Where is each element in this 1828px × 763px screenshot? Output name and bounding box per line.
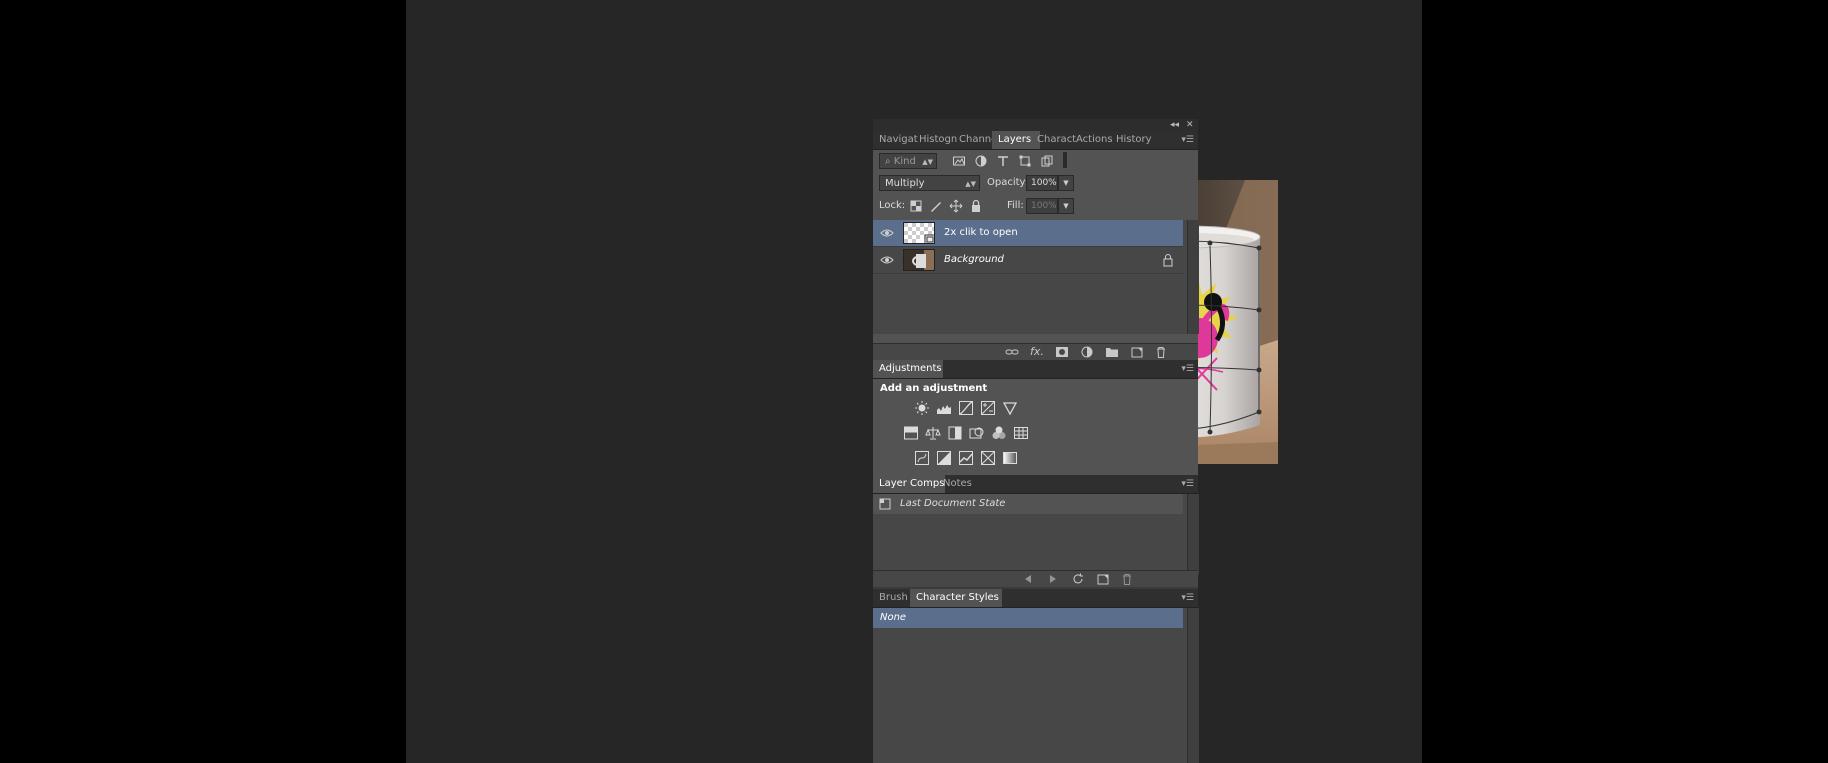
panel-menu-icon[interactable]: ▾☰ (1181, 589, 1194, 607)
shape-layer-filter-icon[interactable] (1018, 154, 1032, 168)
dock-top-bar: ◂◂ ✕ (873, 119, 1198, 131)
layers-panel-footer: fx. (873, 343, 1198, 360)
hue-saturation-icon[interactable] (903, 425, 919, 441)
panel-menu-icon[interactable]: ▾☰ (1181, 360, 1194, 378)
selective-color-icon[interactable] (980, 450, 996, 466)
top-panel-tabbar: Navigat Histogn Channel Layers Charact A… (873, 131, 1198, 150)
panel-menu-icon[interactable]: ▾☰ (1181, 131, 1194, 149)
comps-tabbar: Layer Comps Notes ▾☰ (873, 475, 1198, 494)
curves-icon[interactable] (958, 400, 974, 416)
tab-character-styles[interactable]: Character Styles (910, 589, 1002, 607)
eye-icon[interactable] (880, 226, 894, 240)
smart-object-thumbnail (903, 222, 935, 244)
adjustment-layer-filter-icon[interactable] (974, 154, 988, 168)
opacity-slider-toggle[interactable]: ▼ (1058, 175, 1074, 191)
filter-toggle-switch[interactable] (1062, 151, 1068, 169)
comps-panel: Last Document State (873, 494, 1199, 575)
next-comp-icon[interactable] (1046, 572, 1060, 586)
new-group-folder-icon[interactable] (1105, 345, 1119, 359)
channel-mixer-icon[interactable] (991, 425, 1007, 441)
exposure-icon[interactable] (980, 400, 996, 416)
panel-dock: ◂◂ ✕ Navigat Histogn Channel Layers Char… (873, 119, 1199, 763)
new-comp-icon[interactable] (1096, 572, 1110, 586)
layers-scrollbar[interactable] (1187, 220, 1199, 334)
opacity-value: 100% (1031, 178, 1057, 188)
lock-position-icon[interactable] (949, 199, 963, 213)
filter-kind-dropdown[interactable]: ⌕ Kind ▲▼ (879, 153, 937, 169)
threshold-icon[interactable] (958, 450, 974, 466)
adjustments-title: Add an adjustment (880, 383, 988, 394)
character-styles-panel: None (873, 608, 1199, 763)
layer-name: Background (944, 254, 1004, 265)
fill-field[interactable]: 100% (1026, 198, 1058, 214)
style-name: None (880, 612, 907, 623)
gradient-map-icon[interactable] (1002, 450, 1018, 466)
tab-layer-comps[interactable]: Layer Comps (873, 475, 945, 493)
fill-slider-toggle[interactable]: ▼ (1058, 198, 1074, 214)
filter-kind-value: Kind (893, 156, 916, 167)
delete-layer-trash-icon[interactable] (1154, 345, 1168, 359)
color-lookup-icon[interactable] (1013, 425, 1029, 441)
invert-icon[interactable] (914, 450, 930, 466)
fill-value: 100% (1031, 201, 1057, 211)
comps-panel-footer (873, 570, 1198, 587)
previous-comp-icon[interactable] (1021, 572, 1035, 586)
lock-image-pixels-icon[interactable] (929, 199, 943, 213)
lock-label: Lock: (879, 200, 906, 211)
close-dock-icon[interactable]: ✕ (1186, 119, 1194, 131)
layer-row[interactable]: Background (873, 247, 1183, 274)
color-balance-icon[interactable] (925, 425, 941, 441)
levels-icon[interactable] (936, 400, 952, 416)
new-layer-icon[interactable] (1130, 345, 1144, 359)
tab-adjustments[interactable]: Adjustments (873, 360, 943, 378)
comp-name: Last Document State (900, 498, 1006, 509)
adjustments-tabbar: Adjustments ▾☰ (873, 360, 1198, 379)
photo-filter-icon[interactable] (969, 425, 985, 441)
panel-menu-icon[interactable]: ▾☰ (1181, 475, 1194, 493)
add-mask-icon[interactable] (1055, 345, 1069, 359)
eye-icon[interactable] (880, 253, 894, 267)
tab-history[interactable]: History (1110, 131, 1162, 149)
layers-panel: ⌕ Kind ▲▼ Multiply ▲▼ Opacity: 100% ▼ Lock… (873, 150, 1199, 350)
layer-lock-icon (1161, 253, 1175, 267)
smart-object-filter-icon[interactable] (1040, 154, 1054, 168)
new-adjustment-layer-icon[interactable] (1080, 345, 1094, 359)
layers-list: 2x clik to open Background (873, 220, 1199, 334)
list-item[interactable]: None (873, 608, 1183, 628)
delete-comp-trash-icon[interactable] (1120, 572, 1134, 586)
collapse-panels-icon[interactable]: ◂◂ (1170, 119, 1179, 131)
search-icon: ⌕ (885, 156, 894, 167)
styles-tabbar: Brush Character Styles ▾☰ (873, 589, 1198, 608)
posterize-icon[interactable] (936, 450, 952, 466)
document-state-icon (878, 497, 892, 511)
comps-scrollbar[interactable] (1187, 494, 1199, 575)
vibrance-icon[interactable] (1002, 400, 1018, 416)
brightness-contrast-icon[interactable] (914, 400, 930, 416)
tab-notes[interactable]: Notes (937, 475, 983, 493)
layer-style-fx-icon[interactable]: fx. (1030, 345, 1044, 359)
list-item[interactable]: Last Document State (873, 494, 1183, 514)
background-thumbnail (903, 249, 935, 271)
fill-label: Fill: (1007, 200, 1024, 211)
pixel-layer-filter-icon[interactable] (952, 154, 966, 168)
update-comp-icon[interactable] (1071, 572, 1085, 586)
black-white-icon[interactable] (947, 425, 963, 441)
styles-scrollbar[interactable] (1187, 608, 1199, 763)
layer-name: 2x clik to open (944, 227, 1018, 238)
lock-all-icon[interactable] (969, 199, 983, 213)
opacity-label: Opacity: (987, 177, 1029, 188)
link-layers-icon[interactable] (1005, 345, 1019, 359)
type-layer-filter-icon[interactable] (996, 154, 1010, 168)
opacity-field[interactable]: 100% (1026, 175, 1058, 191)
lock-transparent-pixels-icon[interactable] (909, 199, 923, 213)
blend-mode-dropdown[interactable]: Multiply ▲▼ (879, 175, 980, 191)
layer-row[interactable]: 2x clik to open (873, 220, 1183, 247)
blend-mode-value: Multiply (885, 178, 925, 189)
